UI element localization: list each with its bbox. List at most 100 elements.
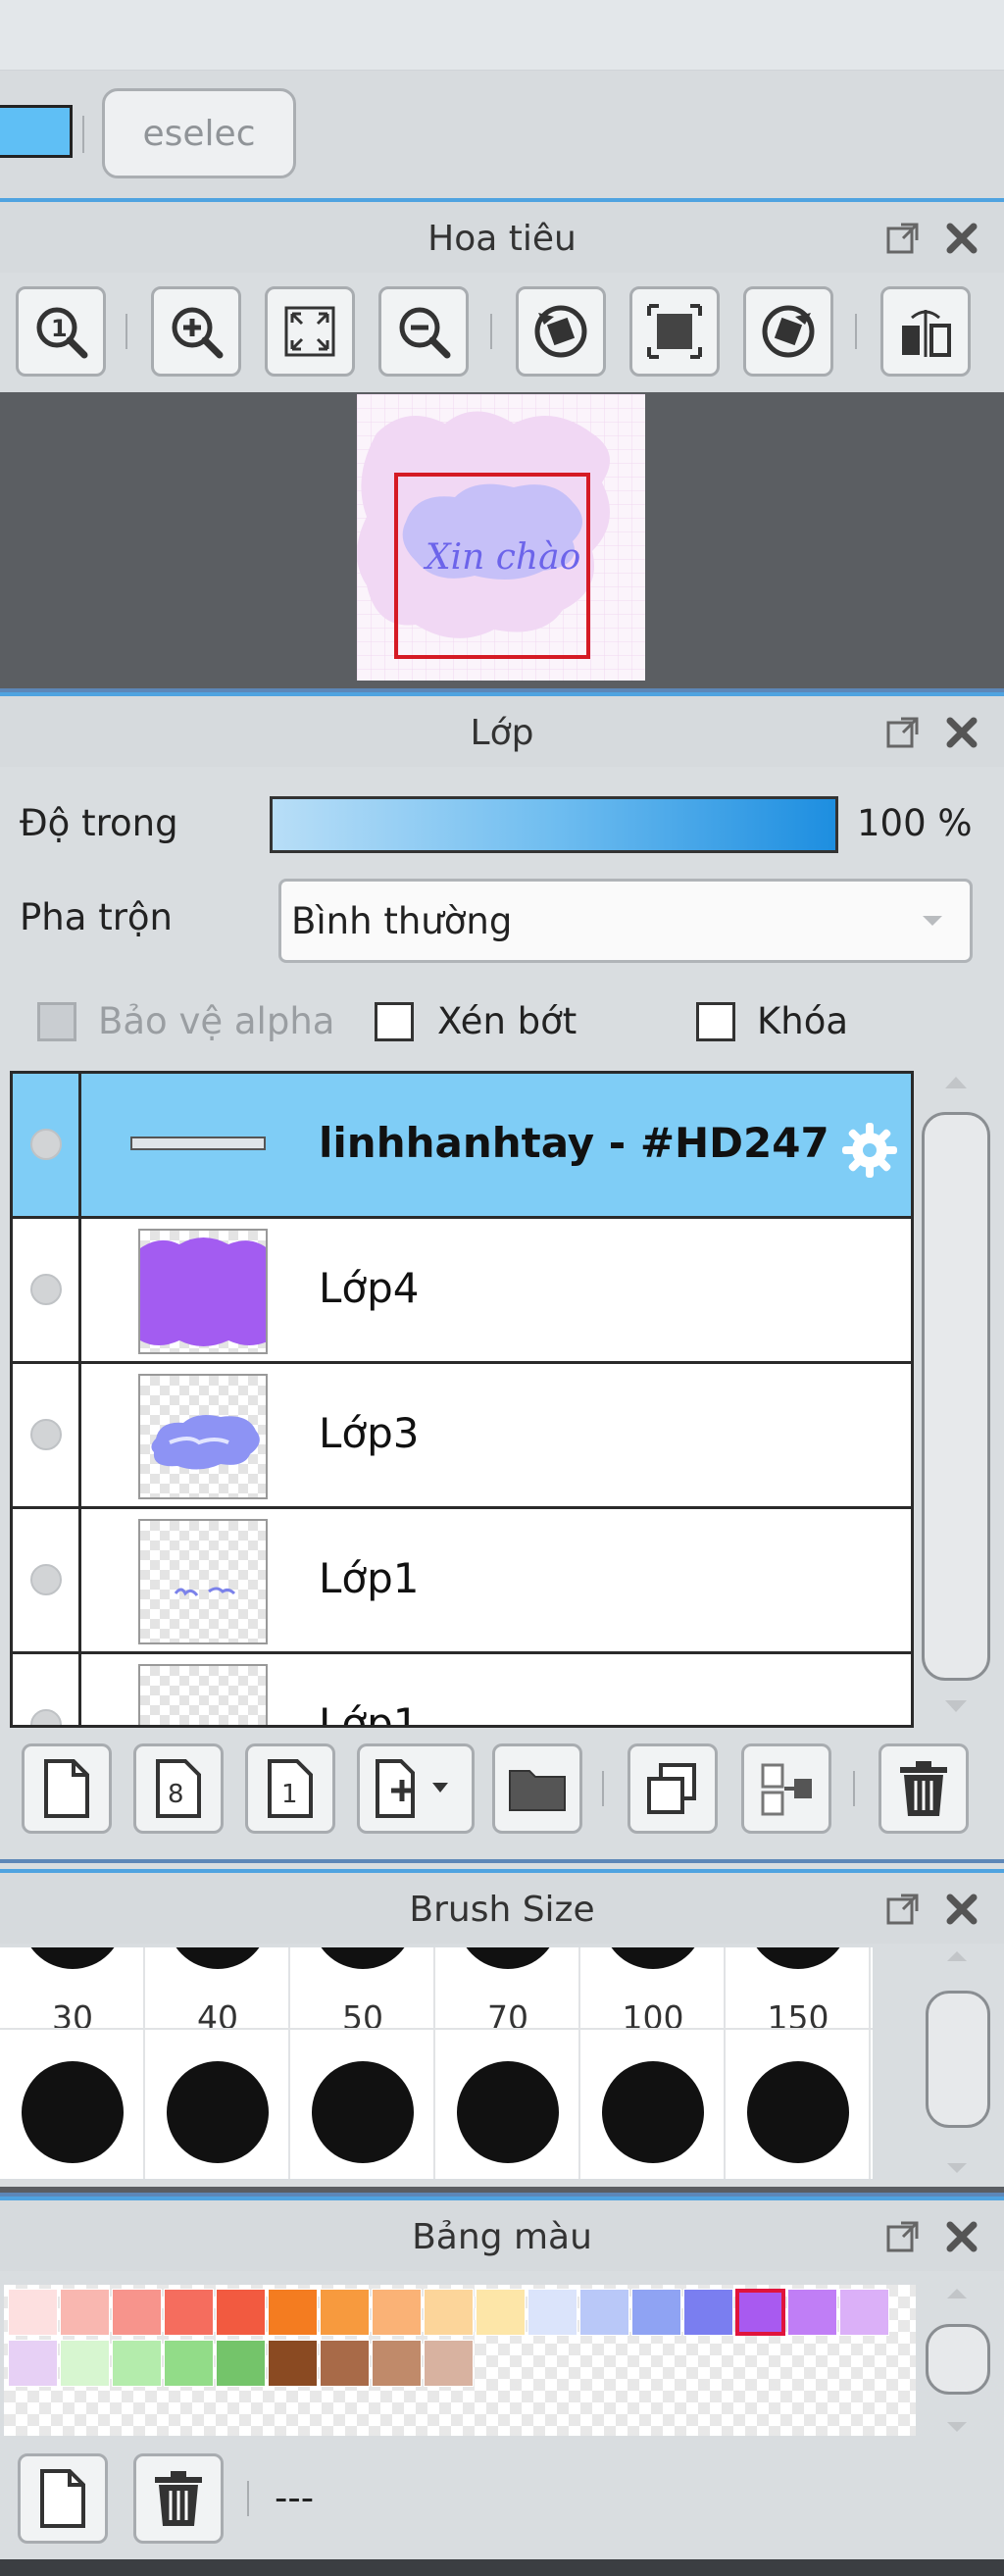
zoom-out-button[interactable] — [378, 286, 469, 377]
fit-window-button[interactable] — [629, 286, 720, 377]
color-swatch[interactable] — [164, 2340, 214, 2387]
close-icon[interactable] — [941, 218, 982, 259]
color-swatch[interactable] — [787, 2289, 837, 2336]
brush-size-cell[interactable]: 100 — [580, 1947, 726, 2179]
color-swatch[interactable] — [320, 2340, 370, 2387]
color-swatch[interactable] — [424, 2289, 474, 2336]
color-swatch[interactable] — [372, 2289, 422, 2336]
color-swatch[interactable] — [372, 2340, 422, 2387]
brush-dot — [457, 2061, 559, 2163]
fit-button[interactable] — [265, 286, 355, 377]
new-8bit-layer-button[interactable]: 8 — [133, 1743, 224, 1834]
lock-checkbox[interactable] — [696, 1002, 735, 1041]
delete-layer-button[interactable] — [878, 1743, 969, 1834]
color-swatch[interactable] — [60, 2289, 110, 2336]
visibility-toggle[interactable] — [13, 1364, 81, 1509]
new-color-button[interactable] — [18, 2453, 108, 2544]
palette-scrollbar[interactable] — [922, 2285, 990, 2436]
color-swatch[interactable] — [8, 2340, 58, 2387]
color-swatch[interactable] — [424, 2340, 474, 2387]
color-swatch[interactable] — [0, 105, 73, 158]
color-swatch[interactable] — [216, 2289, 266, 2336]
opacity-slider[interactable] — [270, 796, 838, 853]
brush-size-cell[interactable]: 150 — [726, 1947, 871, 2179]
popout-icon[interactable] — [882, 712, 924, 753]
zoom-out-icon — [399, 307, 451, 359]
delete-color-button[interactable] — [133, 2453, 224, 2544]
layer-row[interactable]: Lớp1 — [13, 1509, 911, 1654]
visibility-toggle[interactable] — [13, 1219, 81, 1364]
layer-row[interactable]: Lớp4 — [13, 1219, 911, 1364]
visibility-toggle[interactable] — [13, 1509, 81, 1654]
brush-size-cell[interactable]: 70 — [435, 1947, 580, 2179]
scrollbar-thumb[interactable] — [922, 1112, 990, 1681]
deselect-button[interactable]: eselec — [102, 88, 296, 178]
close-icon[interactable] — [941, 2216, 982, 2257]
rotate-right-icon — [762, 305, 815, 358]
layer-1bit-icon: 1 — [268, 1759, 313, 1818]
layer-thumbnail — [138, 1519, 268, 1644]
rotate-right-button[interactable] — [743, 286, 833, 377]
layer-row[interactable]: Lớp3 — [13, 1364, 911, 1509]
color-swatch[interactable] — [476, 2289, 526, 2336]
add-layer-menu-button[interactable] — [357, 1743, 475, 1834]
divider — [247, 2481, 249, 2516]
scrollbar-thumb[interactable] — [926, 1991, 990, 2128]
brush-size-cell[interactable]: 50 — [290, 1947, 435, 2179]
popout-icon[interactable] — [882, 2216, 924, 2257]
new-folder-button[interactable] — [492, 1743, 582, 1834]
merge-layer-button[interactable] — [741, 1743, 831, 1834]
color-swatch[interactable] — [527, 2289, 577, 2336]
top-band — [0, 0, 1004, 71]
flip-button[interactable] — [880, 286, 971, 377]
popout-icon[interactable] — [882, 1889, 924, 1930]
color-swatch[interactable] — [735, 2289, 785, 2336]
brush-dot — [457, 1947, 559, 1969]
bottom-edge — [0, 2559, 1004, 2576]
palette-grid — [4, 2285, 916, 2436]
navigator-title: Hoa tiêu — [427, 219, 577, 259]
new-layer-button[interactable] — [22, 1743, 112, 1834]
brush-size-cell[interactable]: 30 — [0, 1947, 145, 2179]
visibility-toggle[interactable] — [13, 1074, 81, 1219]
duplicate-layer-button[interactable] — [628, 1743, 718, 1834]
popout-icon[interactable] — [882, 218, 924, 259]
visibility-toggle[interactable] — [13, 1654, 81, 1725]
add-layer-dropdown-icon — [376, 1759, 448, 1818]
color-swatch[interactable] — [320, 2289, 370, 2336]
zoom-in-button[interactable] — [151, 286, 241, 377]
color-swatch[interactable] — [112, 2340, 162, 2387]
color-swatch[interactable] — [631, 2289, 681, 2336]
scrollbar-thumb[interactable] — [926, 2324, 990, 2395]
close-icon[interactable] — [941, 712, 982, 753]
brush-size-cell[interactable]: 40 — [145, 1947, 290, 2179]
zoom-actual-button[interactable]: 1 — [16, 286, 106, 377]
rotate-left-button[interactable] — [516, 286, 606, 377]
color-swatch[interactable] — [268, 2340, 318, 2387]
color-swatch[interactable] — [60, 2340, 110, 2387]
color-swatch[interactable] — [839, 2289, 889, 2336]
color-swatch[interactable] — [579, 2289, 629, 2336]
divider — [82, 116, 84, 153]
close-icon[interactable] — [941, 1889, 982, 1930]
color-swatch[interactable] — [164, 2289, 214, 2336]
navigator-thumbnail[interactable]: Xin chào — [357, 394, 645, 681]
layer-scrollbar[interactable] — [922, 1071, 990, 1728]
clip-checkbox[interactable] — [375, 1002, 414, 1041]
color-swatch[interactable] — [216, 2340, 266, 2387]
color-swatch[interactable] — [8, 2289, 58, 2336]
color-swatch[interactable] — [112, 2289, 162, 2336]
color-swatch[interactable] — [268, 2289, 318, 2336]
layer-thumbnail — [138, 1664, 268, 1725]
protect-alpha-checkbox[interactable] — [37, 1002, 76, 1041]
brush-scrollbar[interactable] — [922, 1947, 990, 2179]
blend-mode-select[interactable]: Bình thường — [278, 879, 973, 963]
color-swatch[interactable] — [683, 2289, 733, 2336]
new-1bit-layer-button[interactable]: 1 — [245, 1743, 335, 1834]
layer-row[interactable]: linhhanhtay - #HD247 — [13, 1074, 911, 1219]
layer-row[interactable]: Lớp1 — [13, 1654, 911, 1725]
brush-dot — [22, 2061, 124, 2163]
scroll-up-icon — [945, 1077, 967, 1088]
visibility-dot — [30, 1564, 62, 1595]
rotate-left-icon — [534, 305, 587, 358]
